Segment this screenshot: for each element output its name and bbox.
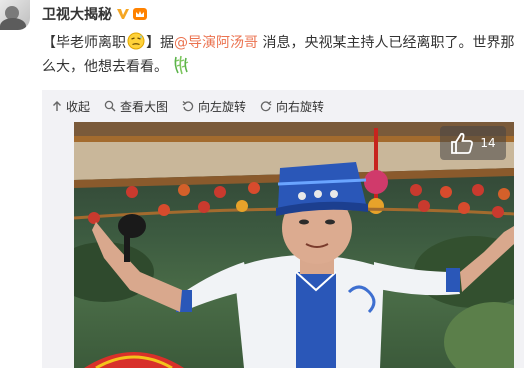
post-text-topic: 【毕老师离职 <box>42 35 126 51</box>
rotate-left-icon <box>182 101 194 112</box>
like-button[interactable]: 14 <box>440 126 506 160</box>
verified-v-icon[interactable] <box>116 7 130 21</box>
rotate-left-label: 向左旋转 <box>198 99 247 114</box>
post-text: 【毕老师离职 】据@导演阿汤哥 消息，央视某主持人已经离职了。世界那么大，他想去… <box>42 32 520 79</box>
collapse-arrow-icon <box>53 101 61 111</box>
collapse-button[interactable]: 收起 <box>52 98 90 115</box>
leaf-emoji-icon <box>174 55 189 75</box>
thumbs-up-icon <box>451 132 474 154</box>
mention-link[interactable]: @导演阿汤哥 <box>174 35 258 51</box>
like-count: 14 <box>480 136 496 150</box>
media-box: 收起 查看大图 向左旋转 向右旋转 14 <box>42 90 524 368</box>
post-header: 卫视大揭秘 <box>42 4 148 24</box>
rotate-right-icon <box>260 101 272 112</box>
avatar-body <box>0 18 26 30</box>
post-text-source: 】据 <box>146 35 174 51</box>
rotate-right-label: 向右旋转 <box>276 99 325 114</box>
rotate-left-button[interactable]: 向左旋转 <box>182 98 246 115</box>
crown-badge-icon[interactable] <box>132 7 148 21</box>
view-large-button[interactable]: 查看大图 <box>104 98 168 115</box>
sweat-face-emoji-icon <box>127 32 145 50</box>
magnifier-icon <box>104 100 116 112</box>
avatar[interactable] <box>0 0 30 30</box>
view-large-label: 查看大图 <box>120 99 169 114</box>
rotate-right-button[interactable]: 向右旋转 <box>260 98 324 115</box>
post-photo[interactable]: 14 <box>74 122 514 368</box>
image-toolbar: 收起 查看大图 向左旋转 向右旋转 <box>52 97 338 115</box>
collapse-label: 收起 <box>66 99 91 114</box>
username[interactable]: 卫视大揭秘 <box>42 4 112 24</box>
